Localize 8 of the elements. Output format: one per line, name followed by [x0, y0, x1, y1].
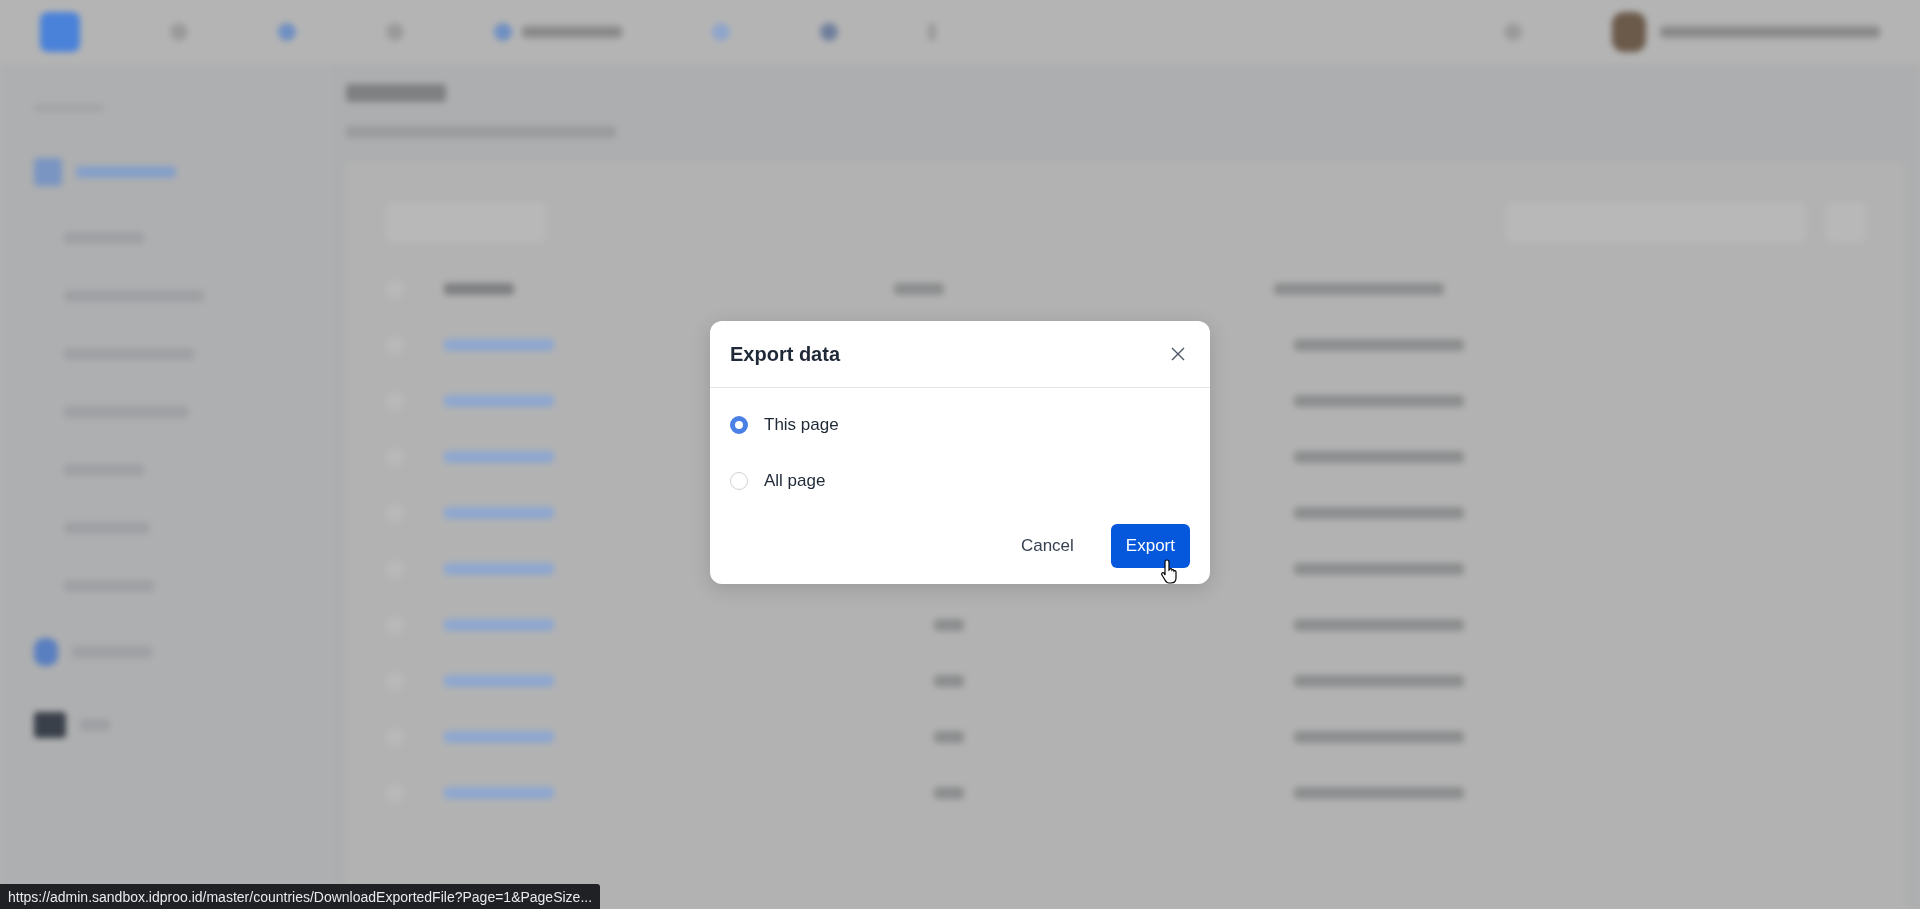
status-url: https://admin.sandbox.idproo.id/master/countries/DownloadExportedFile?Page=1&PageSize... — [0, 884, 601, 909]
radio-button[interactable] — [730, 416, 748, 434]
cancel-button[interactable]: Cancel — [1005, 524, 1089, 568]
export-button[interactable]: Export — [1110, 524, 1190, 568]
close-icon — [1170, 346, 1186, 362]
option-label: This page — [764, 415, 839, 435]
option-label: All page — [764, 471, 826, 491]
dialog-title: Export data — [730, 342, 841, 366]
